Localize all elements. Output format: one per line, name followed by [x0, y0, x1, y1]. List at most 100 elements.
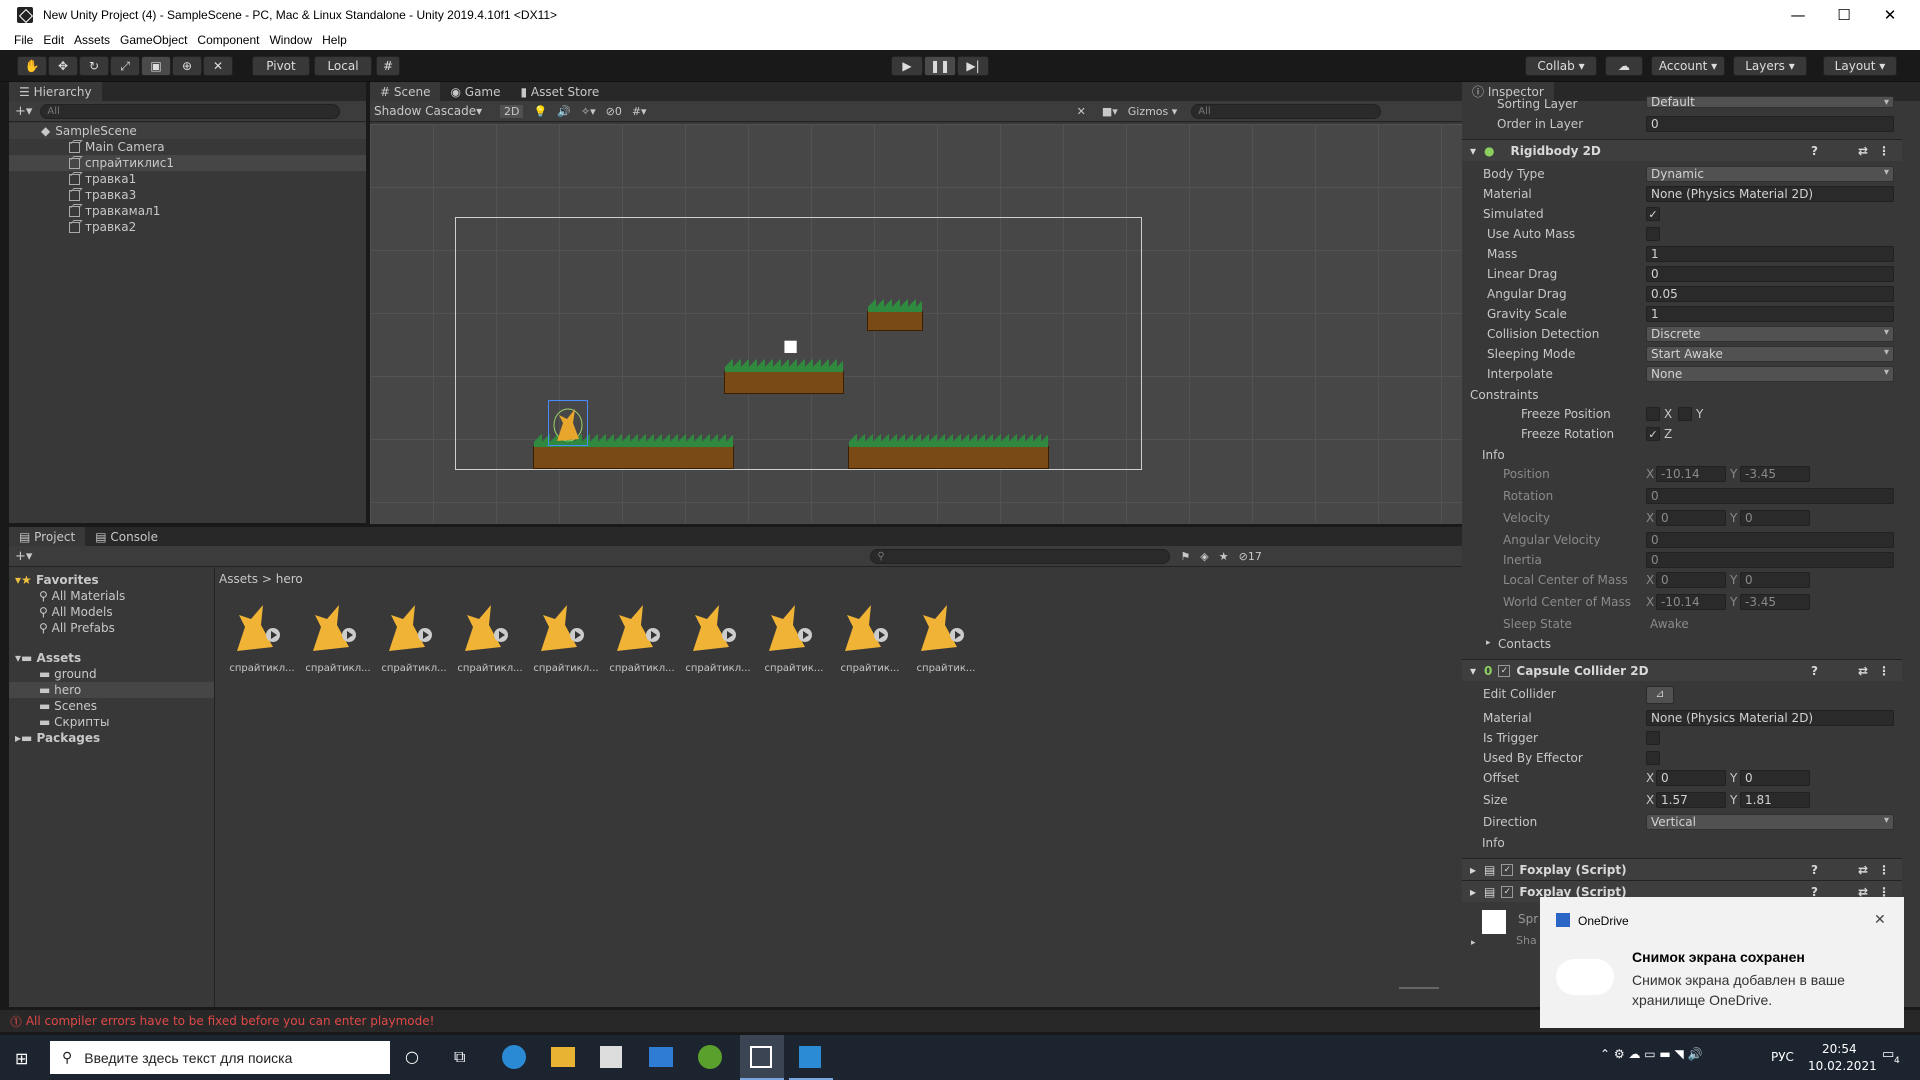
preset-icon[interactable]: ⇄	[1858, 863, 1868, 877]
file-explorer-icon[interactable]	[551, 1047, 575, 1067]
offset-y-field[interactable]: 0	[1740, 770, 1810, 786]
asset-thumbnail[interactable]: спрайтикл...	[531, 595, 599, 675]
help-icon[interactable]: ?	[1811, 144, 1818, 158]
gravity-field[interactable]: 1	[1646, 306, 1894, 322]
grass-platform-3[interactable]	[724, 371, 844, 394]
folder-item[interactable]: ▬ hero	[9, 682, 214, 698]
project-search[interactable]: ⚲	[870, 548, 1171, 564]
interpolate-dropdown[interactable]: None	[1646, 366, 1894, 382]
toast-close-icon[interactable]: ✕	[1874, 911, 1886, 928]
hierarchy-item[interactable]: травка2	[9, 219, 366, 235]
linearDrag-field[interactable]: 0	[1646, 266, 1894, 282]
notification-icon[interactable]: ▭	[1882, 1047, 1894, 1062]
rigidbody-header[interactable]: ▾ ● Rigidbody 2D ? ⇄ ⋮	[1462, 139, 1902, 161]
help-icon[interactable]: ?	[1811, 863, 1818, 877]
selected-hero-sprite[interactable]	[548, 400, 588, 446]
custom-tool-icon[interactable]: ✕	[203, 56, 233, 76]
packages-row[interactable]: ▸▬ Packages	[9, 730, 214, 746]
breadcrumb-hero[interactable]: hero	[276, 572, 303, 586]
utorrent-icon[interactable]	[698, 1045, 722, 1069]
contacts-foldout[interactable]: Contacts	[1498, 637, 1551, 651]
collision-dropdown[interactable]: Discrete	[1646, 326, 1894, 342]
menu-file[interactable]: File	[14, 33, 33, 47]
hand-tool-icon[interactable]: ✋	[17, 56, 47, 76]
grid-snap-icon[interactable]: #	[376, 56, 400, 76]
filter-type-icon[interactable]: ⚑	[1180, 550, 1190, 563]
menu-help[interactable]: Help	[322, 33, 347, 47]
tab-console[interactable]: ▤ Console	[85, 527, 168, 546]
mail-icon[interactable]	[649, 1047, 673, 1067]
collider-material-field[interactable]: None (Physics Material 2D)	[1646, 710, 1894, 726]
favorite-icon[interactable]: ★	[1219, 550, 1229, 563]
asset-thumbnail[interactable]: спрайтикл...	[683, 595, 751, 675]
assets-row[interactable]: ▾▬ Assets	[9, 650, 214, 666]
grid-icon[interactable]: #▾	[632, 105, 647, 118]
favorite-item[interactable]: ⚲ All Materials	[9, 588, 214, 604]
taskbar-search[interactable]: ⚲ Введите здесь текст для поиска	[50, 1041, 390, 1074]
zoom-slider[interactable]	[1399, 987, 1439, 989]
autoMass-checkbox[interactable]	[1646, 227, 1660, 241]
bodyType-dropdown[interactable]: Dynamic	[1646, 166, 1894, 182]
asset-thumbnail[interactable]: спрайтикл...	[227, 595, 295, 675]
transform-tool-icon[interactable]: ⊕	[172, 56, 202, 76]
is-trigger-checkbox[interactable]	[1646, 731, 1660, 745]
scene-view[interactable]: ■	[370, 124, 1463, 524]
script-header-1[interactable]: ▸ ▤ ✓ Foxplay (Script) ? ⇄ ⋮	[1462, 858, 1902, 880]
freeze-pos-x-checkbox[interactable]	[1646, 407, 1660, 421]
asset-thumbnail[interactable]: спрайтикл...	[455, 595, 523, 675]
clock-time[interactable]: 20:54	[1822, 1042, 1857, 1056]
windows-start-icon[interactable]: ⊞	[15, 1049, 28, 1068]
add-object-button[interactable]: +▾	[15, 104, 32, 119]
grass-platform-small[interactable]	[867, 311, 923, 331]
freeze-pos-y-checkbox[interactable]	[1678, 407, 1692, 421]
kebab-menu-icon[interactable]: ⋮	[1878, 144, 1890, 158]
cloud-icon[interactable]: ☁	[1605, 56, 1643, 76]
hierarchy-item[interactable]: Main Camera	[9, 139, 366, 155]
info-foldout-label[interactable]: Info	[1482, 448, 1505, 462]
play-button[interactable]: ▶	[891, 56, 923, 76]
hidden-packages-icon[interactable]: ⊘17	[1239, 550, 1262, 563]
asset-thumbnail[interactable]: спрайтикл...	[607, 595, 675, 675]
scene-row[interactable]: ◆ SampleScene	[9, 123, 366, 139]
vscode-taskbar-button[interactable]	[789, 1035, 833, 1080]
tab-asset-store[interactable]: ▮ Asset Store	[511, 82, 610, 101]
angularDrag-field[interactable]: 0.05	[1646, 286, 1894, 302]
language-indicator[interactable]: РУС	[1771, 1050, 1794, 1064]
step-button[interactable]: ▶|	[957, 56, 989, 76]
move-tool-icon[interactable]: ✥	[48, 56, 78, 76]
scene-search[interactable]: All	[1191, 103, 1382, 119]
simulated-checkbox[interactable]: ✓	[1646, 207, 1660, 221]
layout-dropdown[interactable]: Layout ▾	[1823, 56, 1897, 76]
gizmos-dropdown[interactable]: Gizmos ▾	[1128, 105, 1178, 118]
edit-collider-button[interactable]: ⊿	[1646, 686, 1674, 704]
asset-thumbnail[interactable]: спрайтикл...	[303, 595, 371, 675]
preset-icon[interactable]: ⇄	[1858, 144, 1868, 158]
kebab-menu-icon[interactable]: ⋮	[1878, 664, 1890, 678]
size-y-field[interactable]: 1.81	[1740, 792, 1810, 808]
enable-checkbox[interactable]: ✓	[1498, 664, 1511, 677]
menu-component[interactable]: Component	[197, 33, 259, 47]
hierarchy-item[interactable]: травкамал1	[9, 203, 366, 219]
grass-platform-2[interactable]	[848, 446, 1049, 469]
local-toggle[interactable]: Local	[314, 56, 372, 76]
shading-mode-dropdown[interactable]: Shadow Cascade▾	[374, 104, 492, 118]
menu-gameobject[interactable]: GameObject	[120, 33, 187, 47]
filter-label-icon[interactable]: ◈	[1200, 550, 1208, 563]
constraints-label[interactable]: Constraints	[1470, 388, 1538, 402]
grass-platform-1[interactable]	[533, 446, 734, 469]
preset-icon[interactable]: ⇄	[1858, 664, 1868, 678]
tab-game[interactable]: ◉ Game	[440, 82, 510, 101]
folder-item[interactable]: ▬ Скрипты	[9, 714, 214, 730]
pivot-toggle[interactable]: Pivot	[252, 56, 310, 76]
sorting-layer-dropdown[interactable]: Default	[1646, 95, 1894, 109]
tab-scene[interactable]: # Scene	[370, 82, 441, 101]
order-field[interactable]: 0	[1646, 116, 1894, 132]
hierarchy-search[interactable]: All	[40, 103, 341, 119]
kebab-menu-icon[interactable]: ⋮	[1878, 863, 1890, 877]
info-foldout-label[interactable]: Info	[1482, 836, 1505, 850]
asset-thumbnail[interactable]: спрайтикл...	[379, 595, 447, 675]
camera-icon[interactable]: ■▾	[1102, 105, 1118, 118]
hierarchy-item[interactable]: спрайтиклис1	[9, 155, 366, 171]
edge-icon[interactable]	[502, 1045, 526, 1069]
tab-hierarchy[interactable]: ☰ Hierarchy	[9, 82, 102, 101]
